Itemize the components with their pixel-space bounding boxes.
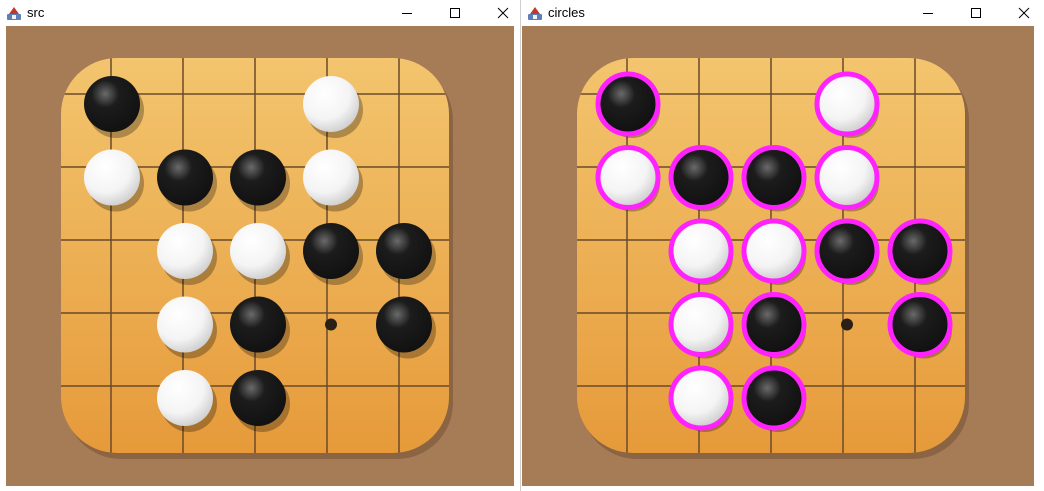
circles-image-canvas [522, 26, 1034, 486]
black-stone [230, 149, 286, 206]
java-app-icon [528, 7, 542, 20]
maximize-icon [971, 8, 981, 18]
minimize-icon [923, 13, 933, 14]
black-stone [303, 223, 359, 279]
black-stone [84, 76, 140, 132]
minimize-icon [402, 13, 412, 14]
minimize-button[interactable] [905, 0, 951, 26]
star-point [325, 318, 337, 331]
close-icon [497, 7, 509, 19]
circles-window: circles [520, 0, 1044, 491]
black-stone [230, 296, 286, 353]
circles-title-bar[interactable]: circles [521, 0, 1044, 26]
window-title: src [27, 5, 45, 20]
window-title: circles [548, 5, 585, 20]
java-app-icon [7, 7, 21, 20]
white-stone [303, 76, 359, 132]
star-point [841, 318, 853, 331]
white-stone [84, 149, 140, 206]
white-stone [157, 296, 213, 353]
src-image-canvas [6, 26, 514, 486]
board-image-with-circles [577, 58, 969, 459]
board-image [61, 58, 453, 459]
white-stone [157, 223, 213, 279]
maximize-button[interactable] [432, 0, 478, 26]
black-stone [376, 296, 432, 353]
black-stone [157, 149, 213, 206]
close-button[interactable] [1001, 0, 1044, 26]
maximize-button[interactable] [953, 0, 999, 26]
black-stone [230, 370, 286, 426]
white-stone [157, 370, 213, 426]
close-icon [1018, 7, 1030, 19]
white-stone [230, 223, 286, 279]
maximize-icon [450, 8, 460, 18]
src-title-bar[interactable]: src [0, 0, 520, 26]
src-window: src [0, 0, 520, 491]
white-stone [303, 149, 359, 206]
minimize-button[interactable] [384, 0, 430, 26]
black-stone [376, 223, 432, 279]
